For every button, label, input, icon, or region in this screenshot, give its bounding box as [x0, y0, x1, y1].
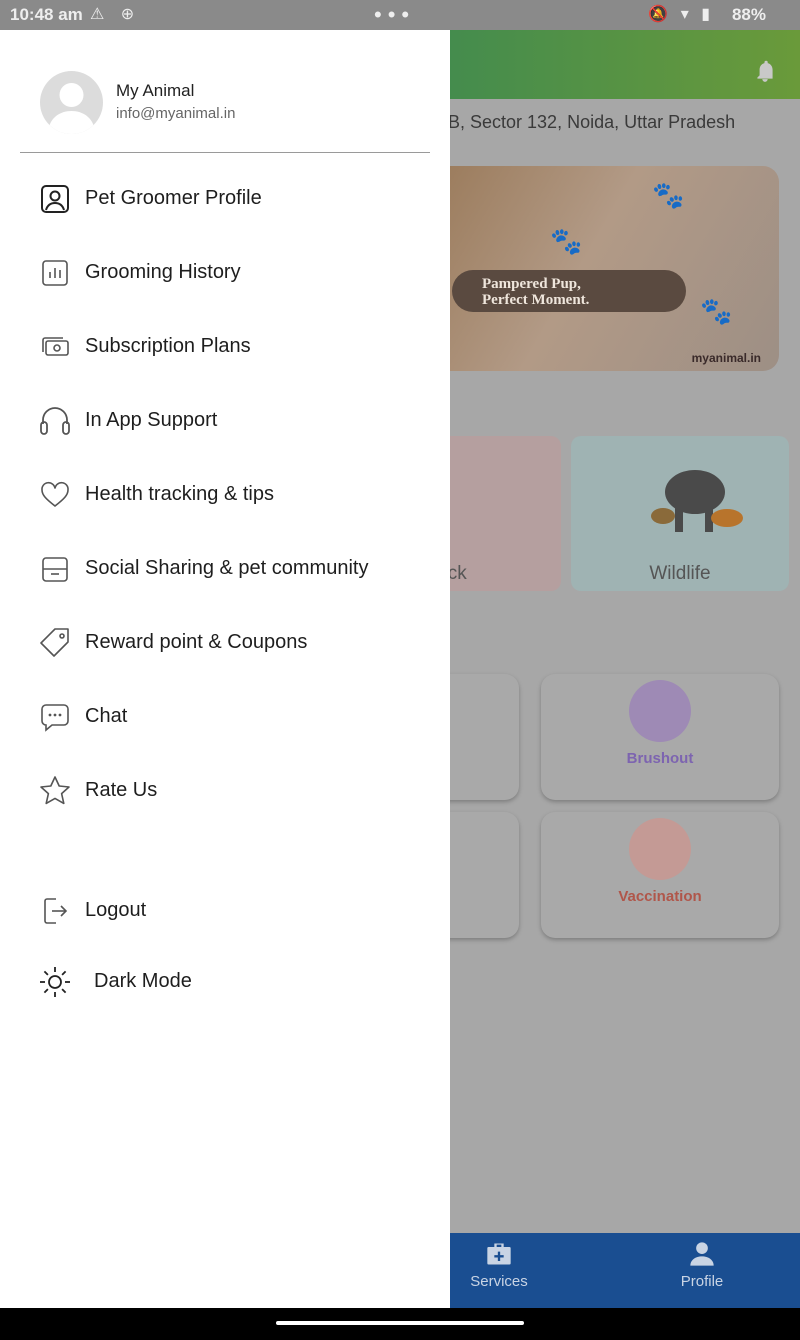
service-label: Brushout: [626, 750, 694, 767]
promo-banner[interactable]: 🐾 🐾 🐾 Pampered Pup, Perfect Moment. myan…: [430, 166, 779, 371]
paw-icon: 🐾: [652, 180, 685, 210]
home-gesture-handle[interactable]: [276, 1321, 524, 1325]
banner-tagline-line2: Perfect Moment.: [482, 292, 590, 308]
paw-icon: 🐾: [700, 296, 733, 326]
menu-item-label: Social Sharing & pet community: [85, 557, 369, 579]
dark-mode-toggle[interactable]: Dark Mode: [0, 951, 450, 1011]
heart-icon: [41, 481, 69, 508]
default-avatar-icon: [48, 83, 95, 134]
menu-item-pet-groomer-profile[interactable]: Pet Groomer Profile: [0, 168, 450, 228]
service-label: Vaccination: [618, 888, 702, 905]
menu-item-health-tracking[interactable]: Health tracking & tips: [0, 464, 450, 524]
syringe-icon: [629, 818, 691, 880]
subscription-icon: [42, 337, 69, 356]
status-system-icons: 🔕 ▾ ▮: [648, 6, 714, 23]
camera-dots: •••: [374, 2, 416, 27]
star-icon: [40, 776, 70, 805]
medical-bag-icon: [487, 1243, 511, 1265]
user-email: info@myanimal.in: [116, 105, 236, 122]
tag-icon: [40, 628, 69, 657]
dark-mode-label: Dark Mode: [94, 970, 192, 992]
menu-item-label: Rate Us: [85, 779, 158, 801]
menu-item-label: Grooming History: [85, 261, 241, 283]
menu-item-label: Subscription Plans: [85, 335, 251, 357]
history-chart-icon: [42, 260, 68, 286]
menu-item-reward-coupons[interactable]: Reward point & Coupons: [0, 612, 450, 672]
menu-item-label: In App Support: [85, 409, 218, 431]
battery-percent: 88%: [731, 5, 766, 24]
nav-profile[interactable]: Profile: [642, 1241, 762, 1290]
menu-item-social-sharing[interactable]: Social Sharing & pet community: [0, 538, 450, 598]
menu-item-rate-us[interactable]: Rate Us: [0, 760, 450, 820]
menu-item-label: Chat: [85, 705, 128, 727]
profile-icon: [41, 185, 69, 213]
user-name: My Animal: [116, 81, 195, 100]
menu-item-chat[interactable]: Chat: [0, 686, 450, 746]
status-time: 10:48 am: [10, 5, 83, 24]
person-icon: [690, 1242, 714, 1266]
category-label: Wildlife: [649, 563, 711, 584]
menu-item-in-app-support[interactable]: In App Support: [0, 390, 450, 450]
nav-profile-label: Profile: [680, 1273, 724, 1290]
logout-icon: [44, 898, 68, 924]
location-address[interactable]: k B, Sector 132, Noida, Uttar Pradesh: [434, 112, 735, 133]
menu-item-grooming-history[interactable]: Grooming History: [0, 242, 450, 302]
avatar[interactable]: [40, 71, 103, 134]
headset-icon: [40, 407, 70, 435]
share-box-icon: [42, 557, 68, 582]
navigation-drawer: My Animal info@myanimal.in Pet Groomer P…: [0, 30, 450, 1308]
paw-icon: 🐾: [550, 226, 583, 256]
chat-icon: [41, 704, 69, 732]
menu-item-label: Pet Groomer Profile: [85, 187, 262, 209]
banner-tagline: Pampered Pup, Perfect Moment.: [452, 270, 686, 312]
menu-item-label: Reward point & Coupons: [85, 631, 308, 653]
banner-tagline-line1: Pampered Pup,: [482, 276, 581, 292]
category-card-wildlife[interactable]: Wildlife: [571, 436, 789, 591]
drawer-divider: [20, 152, 430, 153]
logout-button[interactable]: Logout: [0, 880, 450, 940]
nav-services-label: Services: [470, 1273, 528, 1290]
banner-brand: myanimal.in: [691, 351, 761, 365]
logout-label: Logout: [85, 899, 147, 921]
service-card-brushout[interactable]: Brushout: [541, 674, 779, 800]
status-bar: 10:48 am ⚠ ⊕ ••• 🔕 ▾ ▮ 88%: [0, 0, 800, 30]
sun-icon: [40, 967, 70, 997]
notification-bell-icon[interactable]: [752, 58, 778, 84]
service-card-vaccination[interactable]: Vaccination: [541, 812, 779, 938]
nav-services[interactable]: Services: [439, 1241, 559, 1290]
status-alert-icons: ⚠ ⊕: [90, 6, 141, 23]
dog-brush-icon: [629, 680, 691, 742]
menu-item-subscription-plans[interactable]: Subscription Plans: [0, 316, 450, 376]
menu-item-label: Health tracking & tips: [85, 483, 274, 505]
wildlife-animals-icon: [651, 470, 743, 532]
